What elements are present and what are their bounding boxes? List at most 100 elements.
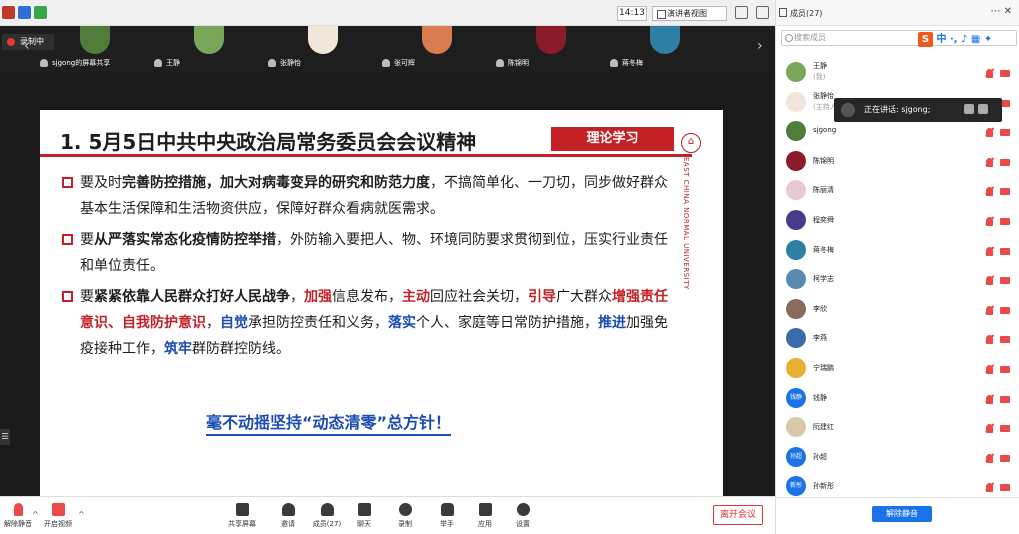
mic-muted-icon[interactable]	[986, 69, 993, 78]
unmute-all-button[interactable]: 解除静音	[872, 506, 932, 522]
text: 回应社会关切，	[430, 289, 528, 305]
members-button[interactable]: 成员(27)	[307, 500, 347, 532]
text: 承担防控责任和义务，	[248, 315, 388, 331]
mic-muted-icon[interactable]	[986, 246, 993, 256]
member-row[interactable]: 柯学志	[776, 264, 1019, 294]
member-name: 陈丽清	[813, 186, 834, 195]
slide-title: 1. 5月5日中共中央政治局常务委员会会议精神	[60, 130, 477, 154]
mic-muted-icon[interactable]	[986, 365, 993, 374]
mic-muted-icon[interactable]	[986, 187, 993, 197]
camera-off-icon[interactable]	[1000, 366, 1010, 373]
camera-off-icon[interactable]	[1000, 454, 1010, 462]
participant-name-text: 王静	[166, 59, 180, 67]
member-row[interactable]: 阮建红	[776, 412, 1019, 442]
bullet-3: 要紧紧依靠人民群众打好人民战争，加强信息发布，主动回应社会关切，引导广大群众增强…	[62, 284, 672, 362]
avatar	[786, 180, 806, 201]
strip-prev-icon[interactable]: ‹	[24, 38, 30, 54]
participant-name-text: 蒋冬梅	[622, 59, 643, 67]
share-screen-icon	[235, 503, 249, 516]
leave-meeting-button[interactable]: 离开会议	[713, 505, 763, 525]
participant-tile[interactable]: 王静	[152, 26, 264, 72]
camera-off-icon[interactable]	[1000, 188, 1010, 196]
mic-muted-icon[interactable]	[986, 157, 993, 167]
member-row[interactable]: 程奕舜	[776, 205, 1019, 235]
member-name: 孙新彤	[813, 482, 834, 491]
chat-icon	[357, 503, 371, 516]
panel-header: 成员(27) ⋯ ✕	[776, 0, 1019, 26]
apps-icon	[478, 503, 492, 516]
participant-tile[interactable]: 张可辉	[380, 26, 492, 72]
member-name: 蒋冬梅	[813, 245, 834, 254]
view-switch-button[interactable]: 演讲者视图	[652, 6, 727, 21]
settings-button[interactable]: 设置	[503, 500, 543, 532]
invite-button[interactable]: 邀请	[268, 500, 308, 532]
invite-label: 邀请	[281, 520, 295, 528]
text-blue: 自觉	[220, 315, 248, 331]
camera-off-icon[interactable]	[1000, 70, 1010, 77]
mic-muted-icon[interactable]	[986, 276, 993, 286]
avatar	[786, 121, 806, 142]
strip-next-icon[interactable]: ›	[757, 38, 763, 54]
member-row[interactable]: 孙超 孙超	[776, 442, 1019, 472]
mic-muted-icon[interactable]	[986, 128, 993, 138]
side-menu-icon[interactable]: ☰	[0, 429, 10, 445]
close-icon[interactable]: ⋯ ✕	[990, 6, 1012, 17]
member-name: 李燕	[813, 334, 827, 343]
member-row[interactable]: 钱静 钱静	[776, 383, 1019, 413]
record-button[interactable]: 录制	[385, 500, 425, 532]
camera-off-icon[interactable]	[1000, 129, 1010, 137]
mic-icon	[154, 59, 162, 67]
member-row[interactable]: 王静 (我)	[776, 57, 1019, 87]
avatar	[786, 91, 806, 112]
camera-off-icon[interactable]	[1000, 277, 1010, 285]
camera-off-icon[interactable]	[1000, 218, 1010, 225]
mic-muted-icon[interactable]	[986, 483, 993, 493]
participant-tile[interactable]: 蒋冬梅	[608, 26, 720, 72]
undo-icon[interactable]	[978, 104, 988, 114]
avatar	[786, 328, 806, 349]
camera-off-icon[interactable]	[1000, 306, 1010, 314]
presentation-slide: 1. 5月5日中共中央政治局常务委员会会议精神 理论学习 ⌂ EAST CHIN…	[40, 110, 723, 496]
member-row[interactable]: 陈丽清	[776, 175, 1019, 205]
raise-hand-label: 举手	[440, 520, 454, 528]
chevron-up-icon[interactable]: ^	[78, 510, 85, 519]
member-row[interactable]: 陈锦明	[776, 146, 1019, 176]
participant-tile[interactable]: 陈锦明	[494, 26, 606, 72]
participant-video	[650, 26, 680, 54]
member-name: 阮建红	[813, 423, 834, 432]
participant-video	[308, 26, 338, 54]
text-bold: 从严落实常态化疫情防控举措	[94, 232, 276, 248]
mic-icon	[610, 59, 618, 67]
camera-off-icon[interactable]	[1000, 336, 1010, 344]
camera-off-icon[interactable]	[1000, 484, 1010, 492]
sidebar-toggle-icon[interactable]	[756, 6, 769, 19]
hand-icon	[964, 104, 974, 114]
ime-toolbar[interactable]: S 中 ·, ♪ ▦ ✦	[918, 30, 1014, 47]
mic-muted-icon[interactable]	[986, 424, 993, 434]
slide-badge: 理论学习	[551, 127, 674, 151]
camera-off-icon[interactable]	[1000, 395, 1010, 403]
participant-tile[interactable]: sjgong的屏幕共享	[38, 26, 150, 72]
member-row[interactable]: 李欣	[776, 294, 1019, 324]
member-row[interactable]: 蒋冬梅	[776, 235, 1019, 265]
mic-muted-icon[interactable]	[986, 453, 993, 463]
raise-hand-button[interactable]: 举手	[427, 500, 467, 532]
mic-muted-icon[interactable]	[986, 217, 993, 226]
fullscreen-icon[interactable]	[735, 6, 748, 19]
camera-off-icon[interactable]	[1000, 425, 1010, 433]
chat-button[interactable]: 聊天	[344, 500, 384, 532]
share-screen-button[interactable]: 共享屏幕	[222, 500, 262, 532]
mic-muted-icon[interactable]	[986, 394, 993, 404]
mic-muted-icon[interactable]	[986, 335, 993, 345]
member-row[interactable]: 李燕	[776, 323, 1019, 353]
mic-muted-icon[interactable]	[986, 305, 993, 315]
camera-off-icon[interactable]	[1000, 158, 1010, 166]
participant-tile[interactable]: 张静怡	[266, 26, 378, 72]
apps-button[interactable]: 应用	[465, 500, 505, 532]
member-name: sjgong	[813, 126, 837, 135]
participant-video	[80, 26, 110, 54]
camera-off-icon[interactable]	[1000, 247, 1010, 255]
start-video-button[interactable]: 开启视频	[38, 500, 78, 532]
member-row[interactable]: 宁瑞鹏	[776, 353, 1019, 383]
members-list-icon	[779, 8, 787, 17]
